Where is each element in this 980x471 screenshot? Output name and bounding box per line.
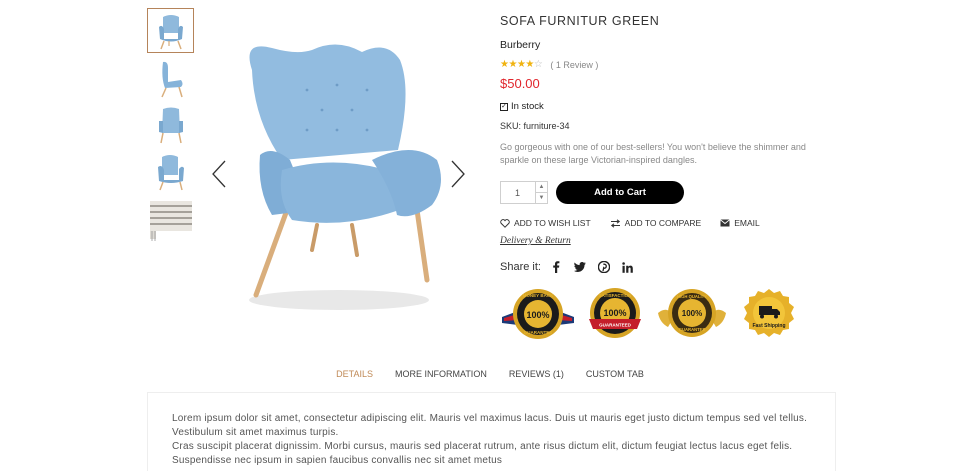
satisfaction-guaranteed-badge: 100% SATISFACTION GUARANTEED: [589, 288, 641, 338]
money-back-guarantee-badge: 100% MONEY BACK GUARANTEE: [502, 289, 574, 339]
add-to-cart-button[interactable]: Add to Cart: [556, 181, 684, 205]
thumbnail-striped-fabric[interactable]: [147, 196, 194, 241]
delivery-return-link[interactable]: Delivery & Return: [500, 236, 571, 246]
compare-arrows-icon: [610, 218, 620, 228]
badge-satisfaction-center: 100%: [603, 308, 626, 318]
product-sku: SKU: furniture-34: [500, 121, 570, 131]
star-filled-icon: ★: [508, 59, 517, 70]
thumbnail-chair-front[interactable]: [147, 8, 194, 53]
product-brand[interactable]: Burberry: [500, 39, 830, 51]
tab-details[interactable]: DETAILS: [336, 369, 373, 379]
share-label: Share it:: [500, 261, 541, 274]
high-quality-guarantee-badge: 100% HIGH QUALITY GUARANTEE: [658, 289, 726, 337]
twitter-icon[interactable]: [573, 260, 587, 274]
quantity-increase-icon[interactable]: ▲: [536, 182, 547, 193]
email-link[interactable]: EMAIL: [720, 218, 760, 228]
badge-money-back-bottom: GUARANTEE: [524, 330, 553, 335]
tab-more-information[interactable]: MORE INFORMATION: [395, 369, 487, 379]
quantity-decrease-icon[interactable]: ▼: [536, 193, 547, 204]
chair-thumbnail-image: [158, 14, 183, 49]
stock-status: ✓ In stock: [500, 101, 830, 112]
chair-side-thumbnail-image: [160, 61, 183, 97]
fabric-thumbnail-image: [149, 200, 192, 241]
product-price: $50.00: [500, 76, 540, 91]
fast-shipping-badge: Fast Shipping: [744, 289, 794, 337]
email-label: EMAIL: [734, 218, 760, 229]
badge-satisfaction-top: SATISFACTION: [599, 293, 632, 298]
stock-label: In stock: [511, 101, 544, 112]
main-product-image: [212, 30, 467, 320]
checkbox-check-icon: ✓: [500, 102, 508, 111]
thumbnail-chair-back[interactable]: [147, 102, 194, 147]
badge-quality-center: 100%: [682, 309, 702, 318]
thumbnail-chair-side[interactable]: [147, 55, 194, 100]
details-panel: Lorem ipsum dolor sit amet, consectetur …: [147, 392, 836, 471]
star-filled-icon: ★: [525, 59, 534, 70]
details-paragraph-2: Cras suscipit placerat dignissim. Morbi …: [172, 441, 793, 466]
thumbnail-gallery: [147, 8, 196, 243]
tab-custom[interactable]: CUSTOM TAB: [586, 369, 644, 379]
linkedin-icon[interactable]: [621, 260, 635, 274]
details-paragraph-1: Lorem ipsum dolor sit amet, consectetur …: [172, 413, 808, 438]
badge-quality-bottom: GUARANTEE: [679, 327, 706, 332]
product-info-panel: SOFA FURNITUR GREEN Burberry ★★★★☆ ( 1 R…: [500, 14, 830, 274]
badge-money-back-top: MONEY BACK: [523, 293, 554, 298]
add-to-cart-row: 1 ▲ ▼ Add to Cart: [500, 181, 830, 205]
wishlist-label: ADD TO WISH LIST: [514, 218, 591, 229]
quantity-steps: ▲ ▼: [535, 182, 547, 204]
thumbnail-chair-angle[interactable]: [147, 149, 194, 194]
rating-stars: ★★★★☆: [500, 59, 543, 70]
quantity-value[interactable]: 1: [515, 188, 520, 198]
product-title: SOFA FURNITUR GREEN: [500, 14, 660, 28]
product-tabs: DETAILS MORE INFORMATION REVIEWS (1) CUS…: [0, 369, 980, 379]
envelope-icon: [720, 219, 730, 227]
quantity-stepper[interactable]: 1 ▲ ▼: [500, 181, 548, 205]
badge-satisfaction-bottom: GUARANTEED: [599, 323, 632, 328]
rating-row: ★★★★☆ ( 1 Review ): [500, 59, 830, 70]
product-actions: ADD TO WISH LIST ADD TO COMPARE EMAIL: [500, 218, 830, 228]
tab-reviews[interactable]: REVIEWS (1): [509, 369, 564, 379]
badge-shipping-label: Fast Shipping: [752, 323, 785, 329]
compare-label: ADD TO COMPARE: [624, 218, 702, 229]
chair-back-thumbnail-image: [158, 107, 183, 143]
product-description: Go gorgeous with one of our best-sellers…: [500, 142, 806, 166]
add-to-wishlist-link[interactable]: ADD TO WISH LIST: [500, 218, 591, 228]
review-count-link[interactable]: ( 1 Review ): [550, 60, 598, 70]
pinterest-icon[interactable]: [597, 260, 611, 274]
add-to-compare-link[interactable]: ADD TO COMPARE: [610, 218, 702, 229]
trust-badges: 100% MONEY BACK GUARANTEE 100% SATISFACT…: [500, 287, 808, 343]
chair-angle-thumbnail-image: [157, 154, 184, 190]
heart-icon: [500, 218, 510, 228]
facebook-icon[interactable]: [549, 260, 563, 274]
share-row: Share it:: [500, 260, 830, 274]
star-empty-icon: ☆: [533, 59, 543, 70]
badge-quality-top: HIGH QUALITY: [677, 294, 707, 299]
badge-money-back-center: 100%: [526, 310, 549, 320]
